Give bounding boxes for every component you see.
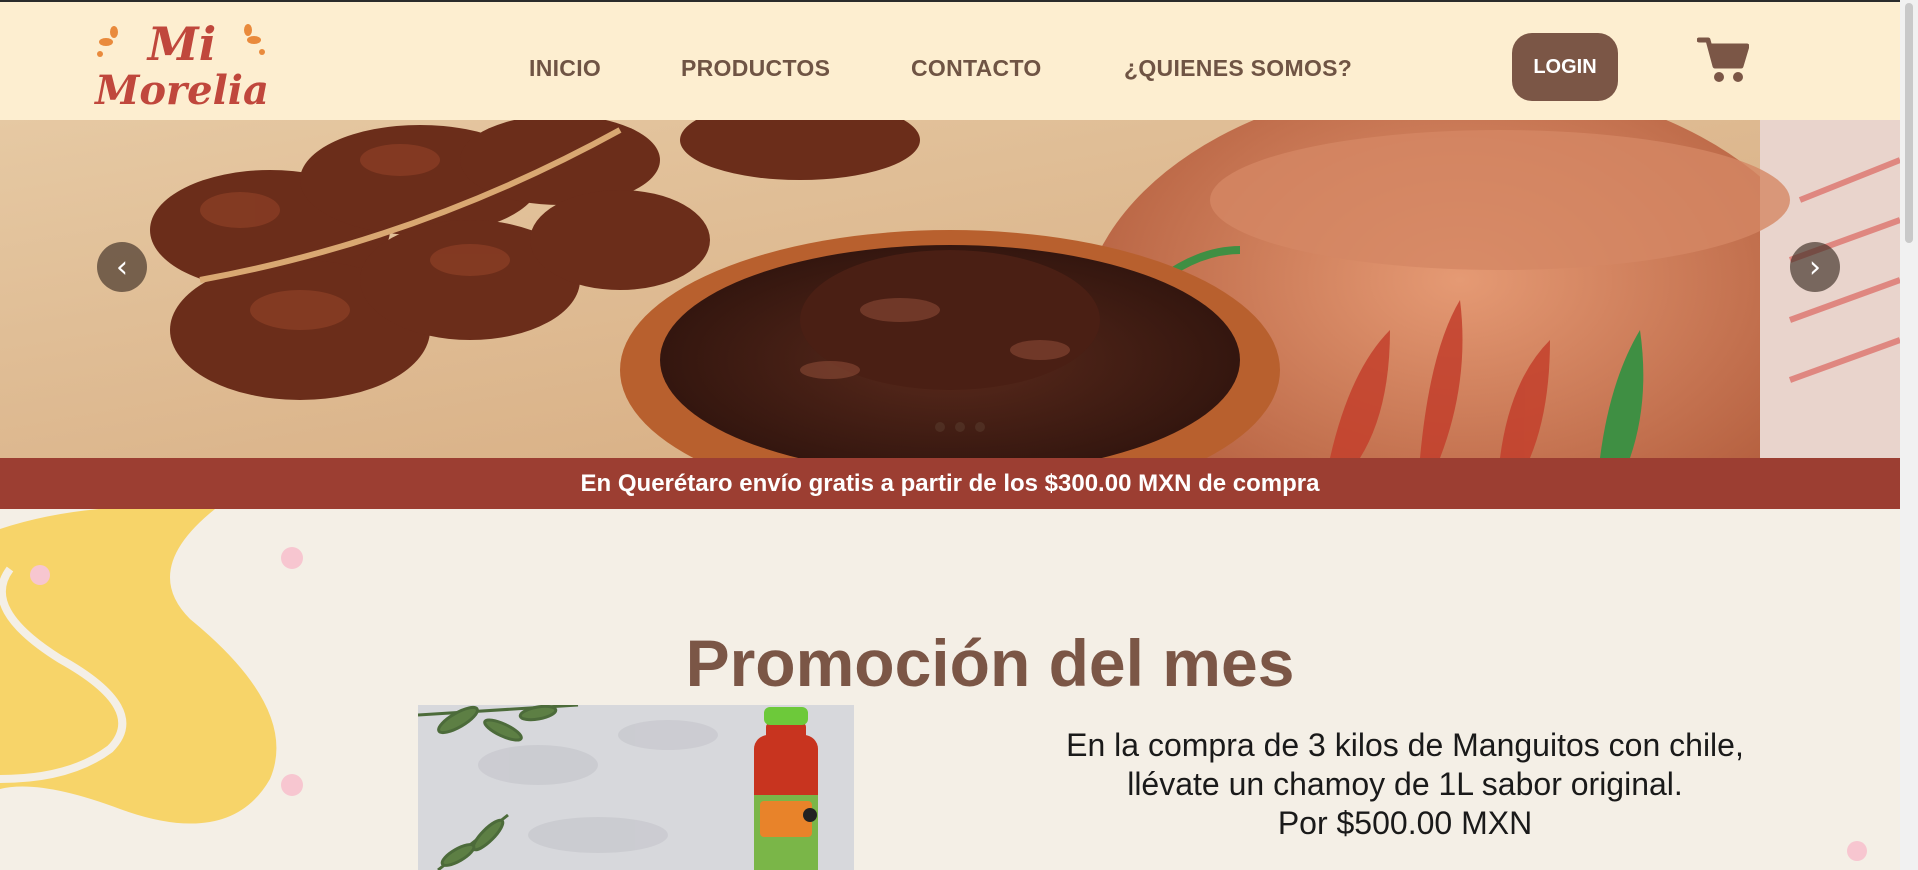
promo-line-2: llévate un chamoy de 1L sabor original. bbox=[1127, 766, 1683, 802]
free-shipping-banner: En Querétaro envío gratis a partir de lo… bbox=[0, 458, 1900, 509]
nav-inicio-link[interactable]: INICIO bbox=[529, 55, 601, 82]
carousel-prev-button[interactable]: ‹ bbox=[97, 242, 147, 292]
hero-slide-image bbox=[0, 120, 1900, 458]
promo-title: Promoción del mes bbox=[685, 626, 1295, 700]
mi-morelia-logo[interactable]: Mi Morelia bbox=[92, 12, 272, 112]
nav-contacto-link[interactable]: CONTACTO bbox=[911, 55, 1042, 82]
cart-icon[interactable] bbox=[1697, 34, 1749, 84]
page-scrollbar[interactable] bbox=[1900, 0, 1918, 870]
carousel-dot[interactable] bbox=[955, 422, 965, 432]
promo-description: En la compra de 3 kilos de Manguitos con… bbox=[1000, 726, 1810, 843]
site-header: Mi Morelia INICIO PRODUCTOS CONTACTO ¿QU… bbox=[0, 0, 1900, 120]
promo-price: Por $500.00 MXN bbox=[1277, 805, 1533, 841]
nav-productos-link[interactable]: PRODUCTOS bbox=[681, 55, 830, 82]
svg-text:Morelia: Morelia bbox=[93, 67, 269, 112]
scrollbar-thumb[interactable] bbox=[1905, 3, 1913, 243]
carousel-dot[interactable] bbox=[975, 422, 985, 432]
nav-quienes-somos-link[interactable]: ¿QUIENES SOMOS? bbox=[1124, 55, 1352, 82]
hero-carousel: ‹ › bbox=[0, 120, 1900, 458]
svg-text:Mi: Mi bbox=[146, 17, 216, 71]
carousel-next-button[interactable]: › bbox=[1790, 242, 1840, 292]
login-button[interactable]: LOGIN bbox=[1512, 33, 1618, 101]
promo-line-1: En la compra de 3 kilos de Manguitos con… bbox=[1066, 727, 1744, 763]
promo-product-image bbox=[418, 705, 854, 870]
carousel-dot[interactable] bbox=[935, 422, 945, 432]
carousel-indicators bbox=[935, 422, 985, 432]
